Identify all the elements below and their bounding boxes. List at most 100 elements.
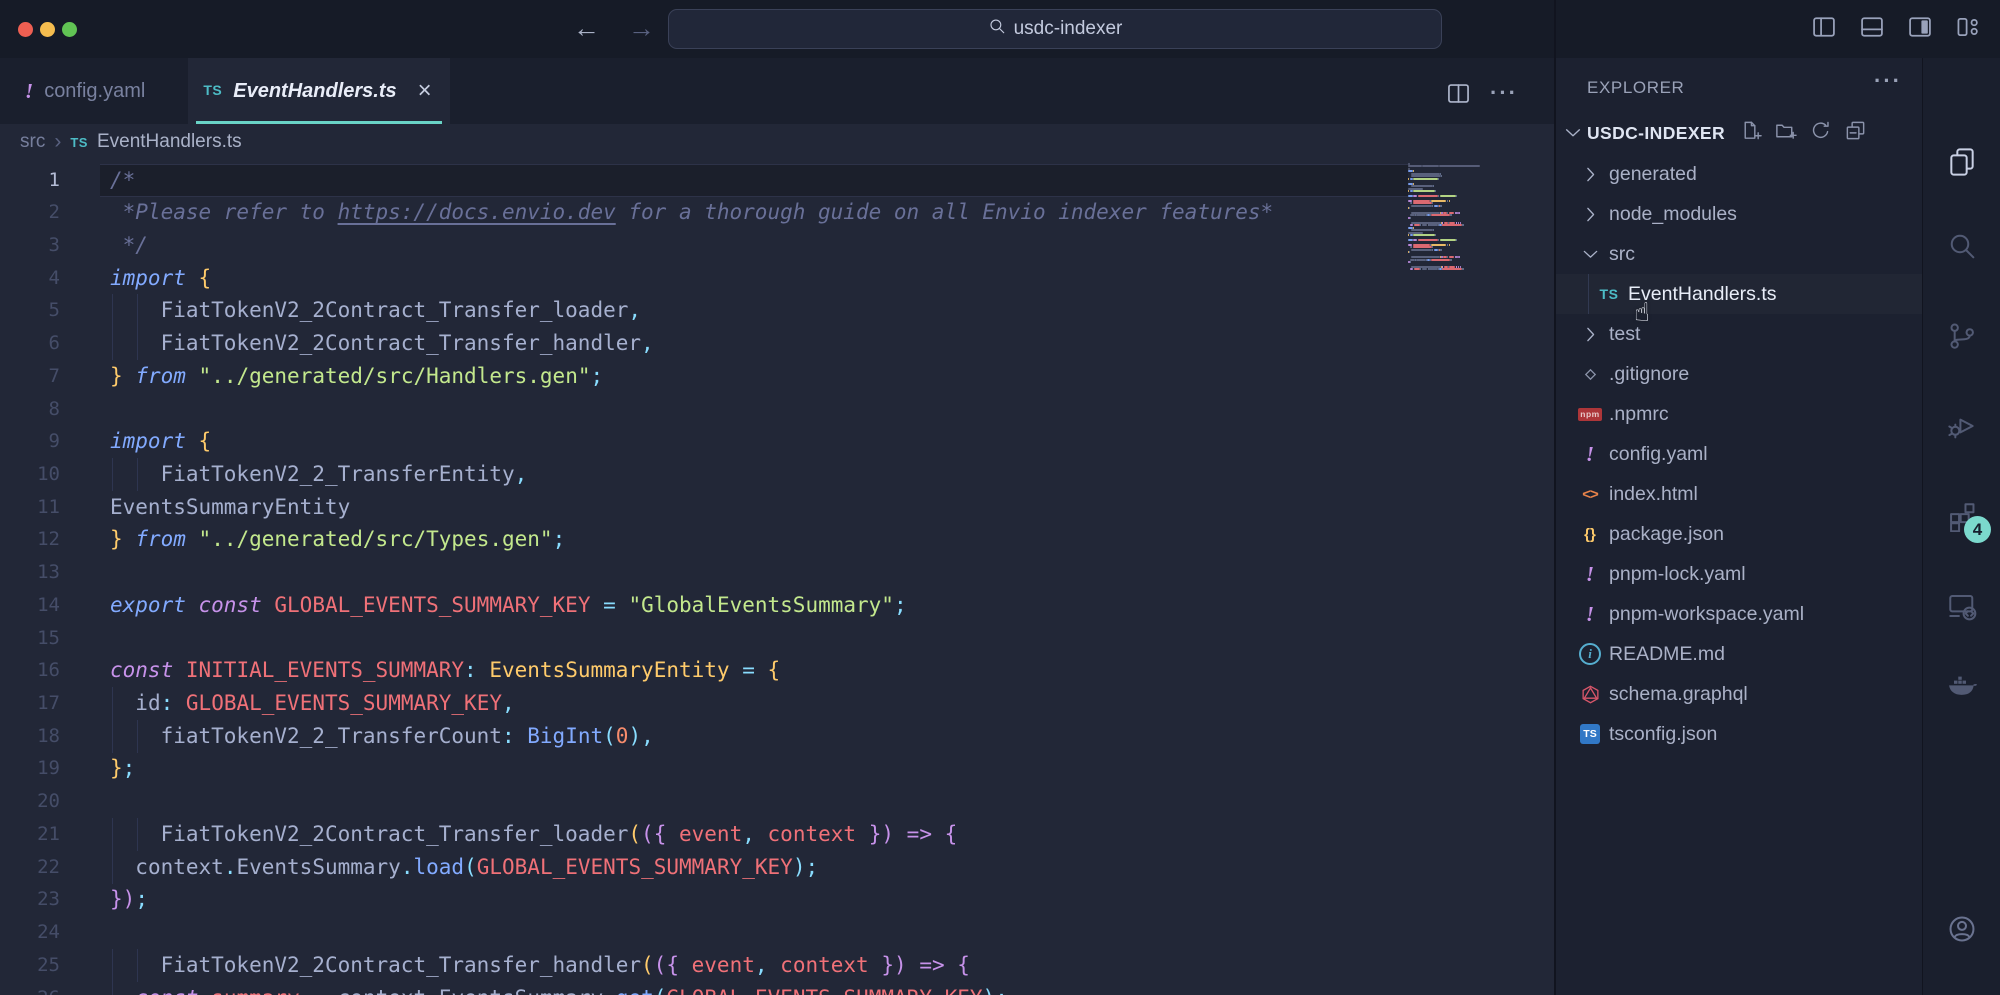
code-line[interactable]: 24	[0, 916, 1408, 949]
command-center-search[interactable]: usdc-indexer	[668, 9, 1442, 49]
code-line[interactable]: 18 fiatTokenV2_2_TransferCount: BigInt(0…	[0, 720, 1408, 753]
code-line[interactable]: 14export const GLOBAL_EVENTS_SUMMARY_KEY…	[0, 589, 1408, 622]
refresh-icon[interactable]	[1809, 119, 1832, 147]
breadcrumb-folder[interactable]: src	[20, 131, 45, 153]
indent-guide	[112, 949, 113, 982]
code-line-text: /*	[110, 164, 135, 197]
tree-folder-node_modules[interactable]: node_modules	[1556, 194, 1944, 234]
code-line[interactable]: 10 FiatTokenV2_2_TransferEntity,	[0, 458, 1408, 491]
code-line-text: FiatTokenV2_2Contract_Transfer_handler((…	[110, 949, 970, 982]
breadcrumb[interactable]: src › TS EventHandlers.ts	[20, 130, 242, 154]
minimap[interactable]	[1408, 163, 1494, 275]
line-number: 23	[0, 883, 60, 916]
code-line[interactable]: 8	[0, 393, 1408, 426]
activity-remote-icon[interactable]	[1946, 590, 1978, 622]
activity-extensions-icon[interactable]: 4	[1946, 500, 1978, 532]
minimize-window-button[interactable]	[40, 22, 55, 37]
editor-actions: ···	[1445, 80, 1518, 112]
tree-file-package.json[interactable]: {}package.json	[1556, 514, 1944, 554]
code-line[interactable]: 22 context.EventsSummary.load(GLOBAL_EVE…	[0, 851, 1408, 884]
code-line[interactable]: 2 *Please refer to https://docs.envio.de…	[0, 196, 1408, 229]
code-line[interactable]: 9import {	[0, 425, 1408, 458]
ts-icon: TS	[203, 82, 222, 100]
tree-item-label: config.yaml	[1609, 443, 1708, 466]
tree-file-pnpm-lock.yaml[interactable]: !pnpm-lock.yaml	[1556, 554, 1944, 594]
more-dots-icon[interactable]: ···	[1490, 80, 1518, 112]
tree-item-label: README.md	[1609, 643, 1725, 666]
code-line[interactable]: 19};	[0, 752, 1408, 785]
line-number: 2	[0, 196, 60, 229]
tree-item-label: generated	[1609, 163, 1697, 186]
panel-bottom-icon[interactable]	[1858, 13, 1886, 41]
tree-file-.npmrc[interactable]: npm.npmrc	[1556, 394, 1944, 434]
tree-file-.gitignore[interactable]: .gitignore	[1556, 354, 1944, 394]
git-icon	[1578, 362, 1602, 386]
tree-file-schema.graphql[interactable]: schema.graphql	[1556, 674, 1944, 714]
code-line[interactable]: 26 const summary = context.EventsSummary…	[0, 982, 1408, 995]
code-line-text: fiatTokenV2_2_TransferCount: BigInt(0),	[110, 720, 654, 753]
new-folder-icon[interactable]	[1774, 119, 1797, 147]
navigate-forward-icon[interactable]: →	[628, 12, 655, 44]
tree-file-README.md[interactable]: iREADME.md	[1556, 634, 1944, 674]
code-line[interactable]: 23});	[0, 883, 1408, 916]
code-line[interactable]: 3 */	[0, 229, 1408, 262]
chevron-right-icon	[1578, 202, 1602, 226]
activity-explorer-icon[interactable]	[1946, 146, 1978, 178]
code-line-text: const summary = context.EventsSummary.ge…	[110, 982, 1008, 995]
workspace-section-header[interactable]: USDC-INDEXER	[1556, 112, 1922, 154]
chevron-down-icon	[1562, 122, 1584, 144]
code-line-text: const INITIAL_EVENTS_SUMMARY: EventsSumm…	[110, 654, 780, 687]
code-line[interactable]: 11EventsSummaryEntity	[0, 491, 1408, 524]
close-window-button[interactable]	[18, 22, 33, 37]
tree-folder-generated[interactable]: generated	[1556, 154, 1944, 194]
navigate-back-icon[interactable]: ←	[573, 12, 600, 44]
activity-account-icon[interactable]	[1946, 913, 1978, 945]
tab-config.yaml[interactable]: !config.yaml	[0, 58, 185, 124]
activity-search-icon[interactable]	[1946, 230, 1978, 262]
code-line[interactable]: 6 FiatTokenV2_2Contract_Transfer_handler…	[0, 327, 1408, 360]
activity-source-control-icon[interactable]	[1946, 320, 1978, 352]
tab-label: config.yaml	[44, 80, 145, 103]
close-icon[interactable]: ×	[418, 77, 432, 105]
layout-customize-icon[interactable]	[1954, 13, 1982, 41]
breadcrumb-file[interactable]: EventHandlers.ts	[97, 131, 242, 153]
code-line[interactable]: 13	[0, 556, 1408, 589]
tree-file-pnpm-workspace.yaml[interactable]: !pnpm-workspace.yaml	[1556, 594, 1944, 634]
indent-guide	[112, 327, 113, 360]
code-line[interactable]: 12} from "../generated/src/Types.gen";	[0, 523, 1408, 556]
tree-file-EventHandlers.ts[interactable]: TSEventHandlers.ts	[1556, 274, 1963, 314]
explorer-more-actions-icon[interactable]: ···	[1874, 68, 1902, 94]
tree-file-config.yaml[interactable]: !config.yaml	[1556, 434, 1944, 474]
tree-folder-test[interactable]: test	[1556, 314, 1944, 354]
mouse-hand-cursor: ☝	[1634, 298, 1650, 328]
code-line[interactable]: 15	[0, 622, 1408, 655]
split-editor-icon[interactable]	[1445, 80, 1472, 112]
code-line[interactable]: 1/*	[0, 164, 1408, 197]
code-line[interactable]: 25 FiatTokenV2_2Contract_Transfer_handle…	[0, 949, 1408, 982]
new-file-icon[interactable]	[1739, 119, 1762, 147]
zoom-window-button[interactable]	[62, 22, 77, 37]
extensions-badge: 4	[1964, 516, 1991, 543]
html-icon: <>	[1578, 482, 1602, 506]
panel-left-icon[interactable]	[1810, 13, 1838, 41]
chevron-right-icon	[1578, 162, 1602, 186]
code-line[interactable]: 17 id: GLOBAL_EVENTS_SUMMARY_KEY,	[0, 687, 1408, 720]
tree-item-label: tsconfig.json	[1609, 723, 1717, 746]
tree-file-index.html[interactable]: <>index.html	[1556, 474, 1944, 514]
code-line[interactable]: 7} from "../generated/src/Handlers.gen";	[0, 360, 1408, 393]
activity-run-debug-icon[interactable]	[1946, 410, 1978, 442]
tree-folder-src[interactable]: src	[1556, 234, 1944, 274]
code-line[interactable]: 20	[0, 785, 1408, 818]
panel-right-icon[interactable]	[1906, 13, 1934, 41]
tree-item-label: schema.graphql	[1609, 683, 1748, 706]
code-line[interactable]: 5 FiatTokenV2_2Contract_Transfer_loader,	[0, 294, 1408, 327]
tab-EventHandlers.ts[interactable]: TSEventHandlers.ts×	[188, 58, 449, 124]
indent-guide	[112, 720, 113, 753]
line-number: 6	[0, 327, 60, 360]
code-line[interactable]: 4import {	[0, 262, 1408, 295]
collapse-all-icon[interactable]	[1844, 119, 1867, 147]
code-line[interactable]: 16const INITIAL_EVENTS_SUMMARY: EventsSu…	[0, 654, 1408, 687]
code-line[interactable]: 21 FiatTokenV2_2Contract_Transfer_loader…	[0, 818, 1408, 851]
tree-file-tsconfig.json[interactable]: TStsconfig.json	[1556, 714, 1944, 754]
activity-docker-icon[interactable]	[1946, 669, 1978, 701]
